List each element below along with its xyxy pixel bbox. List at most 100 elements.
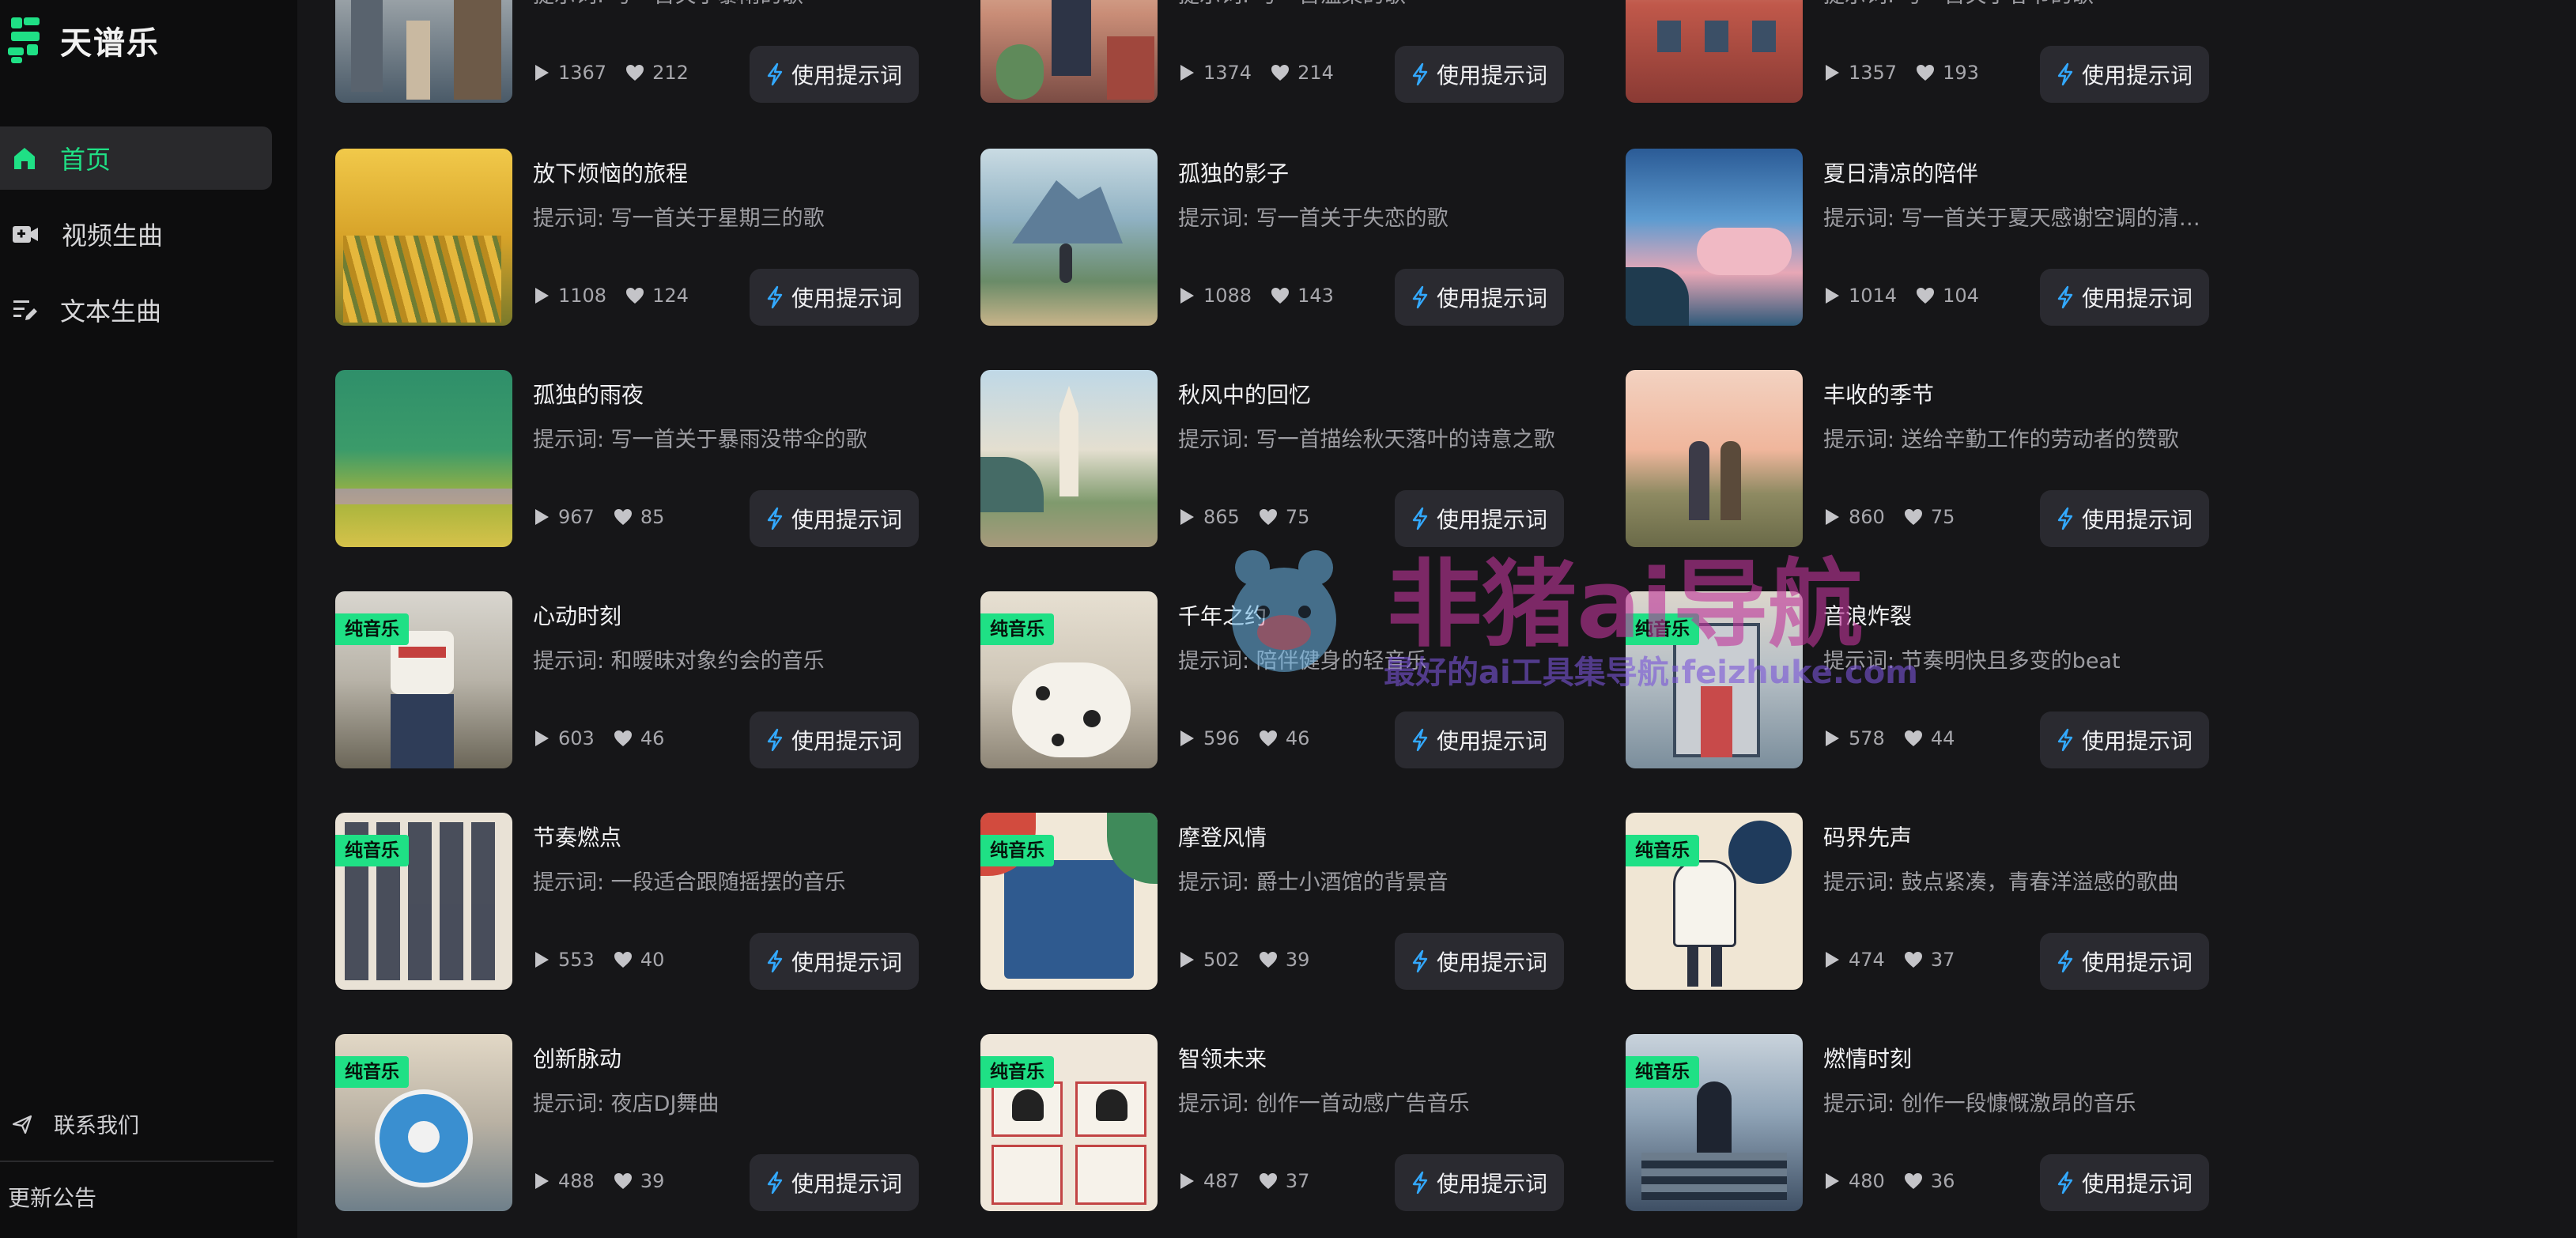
like-count: 85 [640,506,665,528]
like-count: 193 [1943,62,1979,84]
song-stats: 1367 212 [533,62,708,84]
home-icon [14,148,35,169]
song-title: 摩登风情 [1178,825,1267,851]
play-count: 474 [1849,949,1885,971]
use-prompt-button[interactable]: 使用提示词 [1395,46,1564,103]
use-prompt-button[interactable]: 使用提示词 [1395,711,1564,768]
song-title: 千年之约 [1178,603,1267,629]
song-prompt: 提示词: 写一首关于星期三的歌 [533,206,825,231]
song-stats: 578 44 [1823,727,1974,749]
song-card[interactable]: 孤独的雨夜 提示词: 写一首关于暴雨没带伞的歌 967 85 使用提示词 [335,370,922,547]
song-card[interactable]: 夏日清凉的陪伴 提示词: 写一首关于夏天感谢空调的清凉歌曲 1014 104 使… [1626,149,2212,326]
sidebar-item-video[interactable]: 视频生曲 [0,202,272,266]
lightning-icon [767,507,783,530]
song-card[interactable]: 纯音乐 千年之约 提示词: 陪伴健身的轻音乐 596 46 使用提示词 [980,591,1567,768]
song-cover-image [335,0,512,103]
song-prompt: 提示词: 写一首关于失恋的歌 [1178,206,1449,231]
song-card[interactable]: 提示词: 写一首温柔的歌 1374 214 使用提示词 [980,0,1567,103]
lightning-icon [767,62,783,86]
song-prompt: 提示词: 创作一段慷慨激昂的音乐 [1823,1092,2136,1116]
like-count: 143 [1297,285,1334,307]
song-card[interactable]: 纯音乐 燃情时刻 提示词: 创作一段慷慨激昂的音乐 480 36 使用提示词 [1626,1034,2212,1211]
contact-us-link[interactable]: 联系我们 [11,1108,139,1139]
play-count: 1357 [1849,62,1898,84]
song-card[interactable]: 纯音乐 音浪炸裂 提示词: 节奏明快且多变的beat 578 44 使用提示词 [1626,591,2212,768]
use-prompt-button[interactable]: 使用提示词 [750,46,919,103]
use-prompt-label: 使用提示词 [2081,507,2193,533]
like-count: 37 [1285,1170,1310,1192]
like-count: 124 [652,285,689,307]
play-count: 603 [558,727,595,749]
use-prompt-button[interactable]: 使用提示词 [2040,490,2209,547]
song-prompt: 提示词: 写一首温柔的歌 [1178,0,1566,9]
play-icon [1180,730,1194,746]
song-title: 节奏燃点 [533,825,622,851]
play-icon [1826,1173,1839,1189]
play-icon [535,509,549,525]
song-card[interactable]: 纯音乐 智领未来 提示词: 创作一首动感广告音乐 487 37 使用提示词 [980,1034,1567,1211]
song-title: 秋风中的回忆 [1178,382,1312,408]
song-card[interactable]: 纯音乐 心动时刻 提示词: 和暧昧对象约会的音乐 603 46 使用提示词 [335,591,922,768]
use-prompt-button[interactable]: 使用提示词 [750,269,919,326]
play-count: 865 [1203,506,1240,528]
use-prompt-label: 使用提示词 [1436,507,1547,533]
use-prompt-button[interactable]: 使用提示词 [2040,1154,2209,1211]
song-card[interactable]: 放下烦恼的旅程 提示词: 写一首关于星期三的歌 1108 124 使用提示词 [335,149,922,326]
use-prompt-button[interactable]: 使用提示词 [1395,269,1564,326]
play-count: 1088 [1203,285,1252,307]
song-stats: 553 40 [533,949,683,971]
play-count: 578 [1849,727,1885,749]
lightning-icon [767,949,783,973]
use-prompt-button[interactable]: 使用提示词 [750,711,919,768]
text-edit-icon [13,300,37,320]
play-count: 1374 [1203,62,1252,84]
song-stats: 865 75 [1178,506,1328,528]
song-prompt: 提示词: 写一首关于暴雨没带伞的歌 [533,428,867,452]
sidebar-item-home[interactable]: 首页 [0,126,272,190]
pure-music-badge: 纯音乐 [980,1056,1054,1088]
use-prompt-button[interactable]: 使用提示词 [1395,490,1564,547]
song-card[interactable]: 提示词: 写一首关于暴雨的歌 1367 212 使用提示词 [335,0,922,103]
use-prompt-button[interactable]: 使用提示词 [2040,711,2209,768]
like-count: 44 [1930,727,1955,749]
play-icon [1180,65,1194,81]
like-count: 39 [640,1170,665,1192]
lightning-icon [1412,728,1428,752]
use-prompt-button[interactable]: 使用提示词 [750,933,919,990]
song-card[interactable]: 纯音乐 摩登风情 提示词: 爵士小酒馆的背景音 502 39 使用提示词 [980,813,1567,990]
use-prompt-button[interactable]: 使用提示词 [2040,46,2209,103]
use-prompt-button[interactable]: 使用提示词 [2040,933,2209,990]
song-card[interactable]: 丰收的季节 提示词: 送给辛勤工作的劳动者的赞歌 860 75 使用提示词 [1626,370,2212,547]
song-card[interactable]: 秋风中的回忆 提示词: 写一首描绘秋天落叶的诗意之歌 865 75 使用提示词 [980,370,1567,547]
heart-icon [626,65,644,81]
play-icon [1826,65,1839,81]
use-prompt-label: 使用提示词 [791,285,902,311]
use-prompt-button[interactable]: 使用提示词 [750,1154,919,1211]
use-prompt-button[interactable]: 使用提示词 [1395,1154,1564,1211]
song-card[interactable]: 提示词: 写一首关于春节的歌 1357 193 使用提示词 [1626,0,2212,103]
use-prompt-button[interactable]: 使用提示词 [750,490,919,547]
like-count: 40 [640,949,665,971]
song-prompt: 提示词: 一段适合跟随摇摆的音乐 [533,870,846,895]
sidebar-item-text[interactable]: 文本生曲 [0,278,272,342]
use-prompt-button[interactable]: 使用提示词 [1395,933,1564,990]
use-prompt-label: 使用提示词 [1436,62,1547,89]
play-icon [1826,730,1839,746]
divider [0,1161,274,1162]
use-prompt-label: 使用提示词 [1436,285,1547,311]
song-card[interactable]: 纯音乐 节奏燃点 提示词: 一段适合跟随摇摆的音乐 553 40 使用提示词 [335,813,922,990]
use-prompt-button[interactable]: 使用提示词 [2040,269,2209,326]
play-count: 860 [1849,506,1885,528]
play-icon [1826,288,1839,304]
use-prompt-label: 使用提示词 [1436,1171,1547,1197]
song-card[interactable]: 纯音乐 码界先声 提示词: 鼓点紧凑，青春洋溢感的歌曲 474 37 使用提示词 [1626,813,2212,990]
song-card[interactable]: 纯音乐 创新脉动 提示词: 夜店DJ舞曲 488 39 使用提示词 [335,1034,922,1211]
song-card[interactable]: 孤独的影子 提示词: 写一首关于失恋的歌 1088 143 使用提示词 [980,149,1567,326]
brand-logo[interactable]: 天谱乐 [6,16,160,65]
logo-icon [6,16,43,65]
like-count: 46 [1285,727,1310,749]
update-notice-link[interactable]: 更新公告 [8,1181,96,1213]
song-title: 心动时刻 [533,603,622,629]
song-stats: 502 39 [1178,949,1328,971]
like-count: 104 [1943,285,1979,307]
